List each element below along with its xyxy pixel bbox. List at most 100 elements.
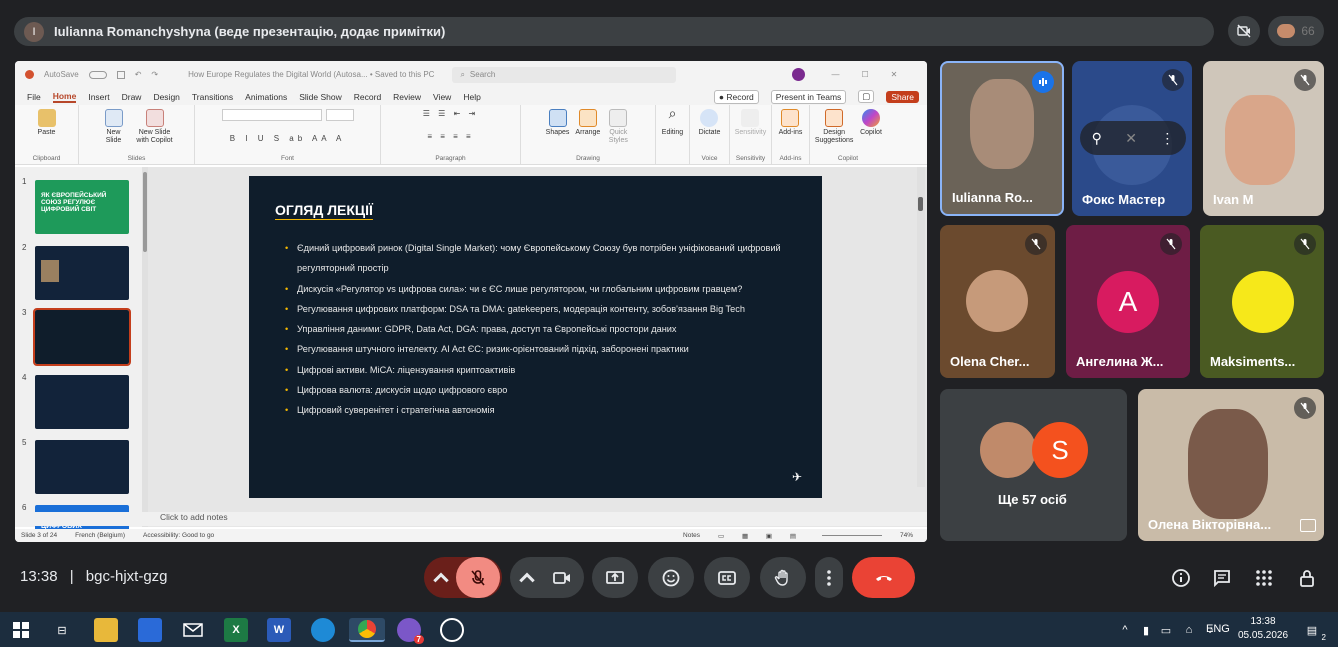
- menu-review[interactable]: Review: [393, 92, 421, 102]
- share-button[interactable]: Share: [886, 90, 919, 103]
- close-icon[interactable]: ✕: [891, 70, 898, 79]
- participant-tile-olena-cher[interactable]: Olena Cher...: [940, 225, 1055, 378]
- notes-button[interactable]: Notes: [683, 532, 700, 539]
- copilot-button[interactable]: Copilot: [860, 109, 882, 137]
- user-avatar[interactable]: [792, 68, 806, 81]
- menu-file[interactable]: File: [27, 92, 41, 102]
- store-icon[interactable]: [138, 618, 162, 642]
- more-participants-tile[interactable]: S Ще 57 осіб: [940, 389, 1127, 541]
- quick-styles-button[interactable]: Quick Styles: [606, 109, 630, 145]
- camera-off-icon[interactable]: [1228, 16, 1260, 46]
- windows-start-icon[interactable]: [9, 618, 33, 642]
- align-icons[interactable]: ≡ ≡ ≡ ≡: [427, 132, 473, 141]
- audio-options-chevron-icon[interactable]: [426, 568, 456, 588]
- zoom-level[interactable]: 74%: [900, 532, 913, 539]
- menu-insert[interactable]: Insert: [88, 92, 109, 102]
- participant-tile-olena-viktorivna[interactable]: Олена Вікторівна...: [1138, 389, 1324, 541]
- redo-icon[interactable]: ↷: [151, 70, 158, 79]
- menu-transitions[interactable]: Transitions: [192, 92, 233, 102]
- mail-icon[interactable]: [181, 618, 205, 642]
- undo-icon[interactable]: ↶: [135, 70, 142, 79]
- tray-network-icon[interactable]: ⌂: [1180, 618, 1198, 642]
- dictate-button[interactable]: Dictate: [699, 109, 720, 137]
- participant-tile-foks[interactable]: ⚲ ✕ ⋮ Фокс Мастер: [1072, 61, 1192, 216]
- mic-off-button[interactable]: [456, 557, 500, 598]
- new-slide-button[interactable]: New Slide: [99, 109, 129, 145]
- menu-home[interactable]: Home: [52, 91, 77, 103]
- add-ins-button[interactable]: Add-ins: [779, 109, 802, 137]
- participant-tile-maksiments[interactable]: Maksiments...: [1200, 225, 1324, 378]
- design-suggestions-button[interactable]: Design Suggestions: [814, 109, 854, 145]
- file-explorer-icon[interactable]: [94, 618, 118, 642]
- save-icon[interactable]: [116, 70, 125, 79]
- host-controls-lock-icon[interactable]: [1295, 566, 1319, 590]
- zoom-slider[interactable]: [821, 535, 882, 536]
- font-format-icons[interactable]: B I U S ab AA A: [230, 134, 346, 143]
- menu-help[interactable]: Help: [463, 92, 480, 102]
- participant-tile-angelina[interactable]: A Ангелина Ж...: [1066, 225, 1190, 378]
- input-language[interactable]: ENG: [1206, 623, 1230, 635]
- tray-chevron-icon[interactable]: ^: [1117, 618, 1133, 642]
- pin-icon[interactable]: ⚲: [1092, 130, 1102, 147]
- tray-mic-icon[interactable]: ▮: [1138, 618, 1154, 642]
- arrange-button[interactable]: Arrange: [575, 109, 600, 137]
- activities-icon[interactable]: [1252, 566, 1276, 590]
- more-options-icon[interactable]: ⋮: [1160, 130, 1174, 147]
- meeting-details-icon[interactable]: [1169, 566, 1193, 590]
- menu-record[interactable]: Record: [354, 92, 381, 102]
- reactions-button[interactable]: [648, 557, 694, 598]
- tray-battery-icon[interactable]: ▭: [1158, 618, 1174, 642]
- thumbnail-slide-3-selected[interactable]: [33, 308, 131, 366]
- minimize-icon[interactable]: —: [831, 70, 839, 79]
- current-slide[interactable]: ОГЛЯД ЛЕКЦІЇ Єдиний цифровий ринок (Digi…: [249, 176, 822, 498]
- edge-icon[interactable]: [311, 618, 335, 642]
- search-box[interactable]: ⌕ Search: [452, 66, 677, 83]
- record-button[interactable]: ● Record: [713, 89, 759, 104]
- sensitivity-button[interactable]: Sensitivity: [735, 109, 766, 137]
- mute-participant-icon[interactable]: ✕: [1125, 130, 1137, 147]
- autosave-toggle[interactable]: [88, 70, 107, 79]
- excel-icon[interactable]: X: [224, 618, 248, 642]
- paste-button[interactable]: Paste: [37, 109, 56, 137]
- font-size-box[interactable]: [325, 109, 354, 121]
- thumbnail-slide-2[interactable]: [35, 246, 129, 300]
- camera-button[interactable]: [542, 568, 582, 588]
- menu-animations[interactable]: Animations: [245, 92, 287, 102]
- maximize-icon[interactable]: ☐: [861, 70, 868, 79]
- menu-design[interactable]: Design: [153, 92, 179, 102]
- language-status[interactable]: French (Belgium): [75, 532, 125, 539]
- accessibility-status[interactable]: Accessibility: Good to go: [143, 532, 214, 539]
- thumbnail-slide-4[interactable]: [35, 375, 129, 429]
- viber-icon[interactable]: 7: [397, 618, 424, 644]
- leave-call-button[interactable]: [852, 557, 915, 598]
- raise-hand-button[interactable]: [760, 557, 806, 598]
- participant-tile-iulianna[interactable]: Iulianna Ro...: [940, 61, 1064, 216]
- photos-icon[interactable]: [440, 618, 464, 642]
- view-buttons[interactable]: ▭ ▦ ▣ ▤: [718, 532, 804, 540]
- editing-button[interactable]: ⌕ Editing: [662, 106, 683, 137]
- thumbs-scrollbar[interactable]: [142, 167, 148, 527]
- shapes-button[interactable]: Shapes: [546, 109, 569, 137]
- chrome-icon[interactable]: [349, 618, 385, 642]
- taskbar-clock[interactable]: 13:38 05.05.2026: [1238, 615, 1288, 643]
- list-icons[interactable]: ☰ ☰ ⇤ ⇥: [423, 109, 478, 118]
- menu-draw[interactable]: Draw: [122, 92, 142, 102]
- notes-pane[interactable]: Click to add notes: [15, 512, 927, 526]
- task-view-icon[interactable]: ⊟: [50, 618, 74, 642]
- menu-slideshow[interactable]: Slide Show: [299, 92, 342, 102]
- notifications-icon[interactable]: ▤ 2: [1300, 618, 1326, 643]
- participant-tile-ivan[interactable]: Ivan M: [1203, 61, 1324, 216]
- video-options-chevron-icon[interactable]: [512, 568, 542, 588]
- picture-in-picture-icon[interactable]: [1300, 519, 1316, 532]
- word-icon[interactable]: W: [267, 618, 291, 642]
- participants-button[interactable]: 66: [1268, 16, 1324, 46]
- slide-scrollbar[interactable]: [917, 167, 925, 487]
- menu-view[interactable]: View: [433, 92, 451, 102]
- thumbnail-slide-1[interactable]: ЯК ЄВРОПЕЙСЬКИЙ СОЮЗ РЕГУЛЮЄ ЦИФРОВИЙ СВ…: [35, 180, 129, 234]
- thumbnail-slide-5[interactable]: [35, 440, 129, 494]
- new-slide-copilot-button[interactable]: New Slide with Copilot: [135, 109, 175, 145]
- more-options-button[interactable]: [815, 557, 843, 598]
- present-teams-button[interactable]: Present in Teams: [770, 89, 847, 104]
- comments-icon[interactable]: ▢: [858, 90, 875, 103]
- font-name-box[interactable]: [221, 109, 322, 121]
